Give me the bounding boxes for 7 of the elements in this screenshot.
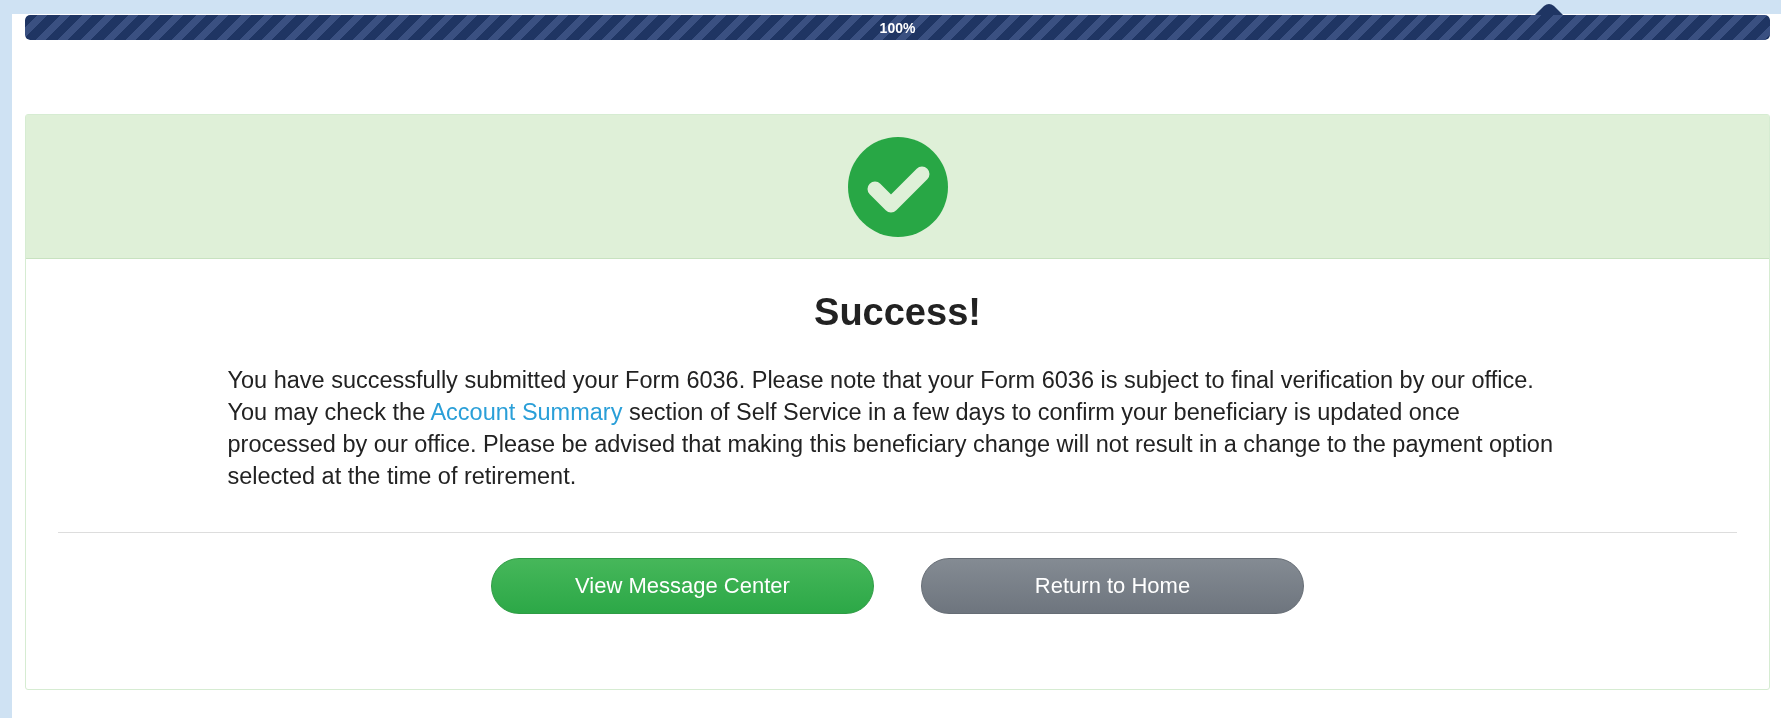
progress-label: 100% [879, 19, 916, 36]
success-message: You have successfully submitted your Form 6036. Please note that your Form 6036 is subject to final verification by our office. You may check the Account Summary section of Self Service in a few days to confirm your beneficiary is updated once processed by our office. Please be advised that making this beneficiary change will not result in a change to the payment option selected at the time of retirement. [227, 366, 1554, 491]
return-home-button[interactable]: Return to Home [921, 558, 1304, 614]
success-title: Success! [813, 291, 982, 334]
account-summary-link[interactable]: Account Summary [430, 399, 623, 425]
view-message-center-button[interactable]: View Message Center [491, 558, 874, 614]
check-icon [847, 136, 948, 237]
